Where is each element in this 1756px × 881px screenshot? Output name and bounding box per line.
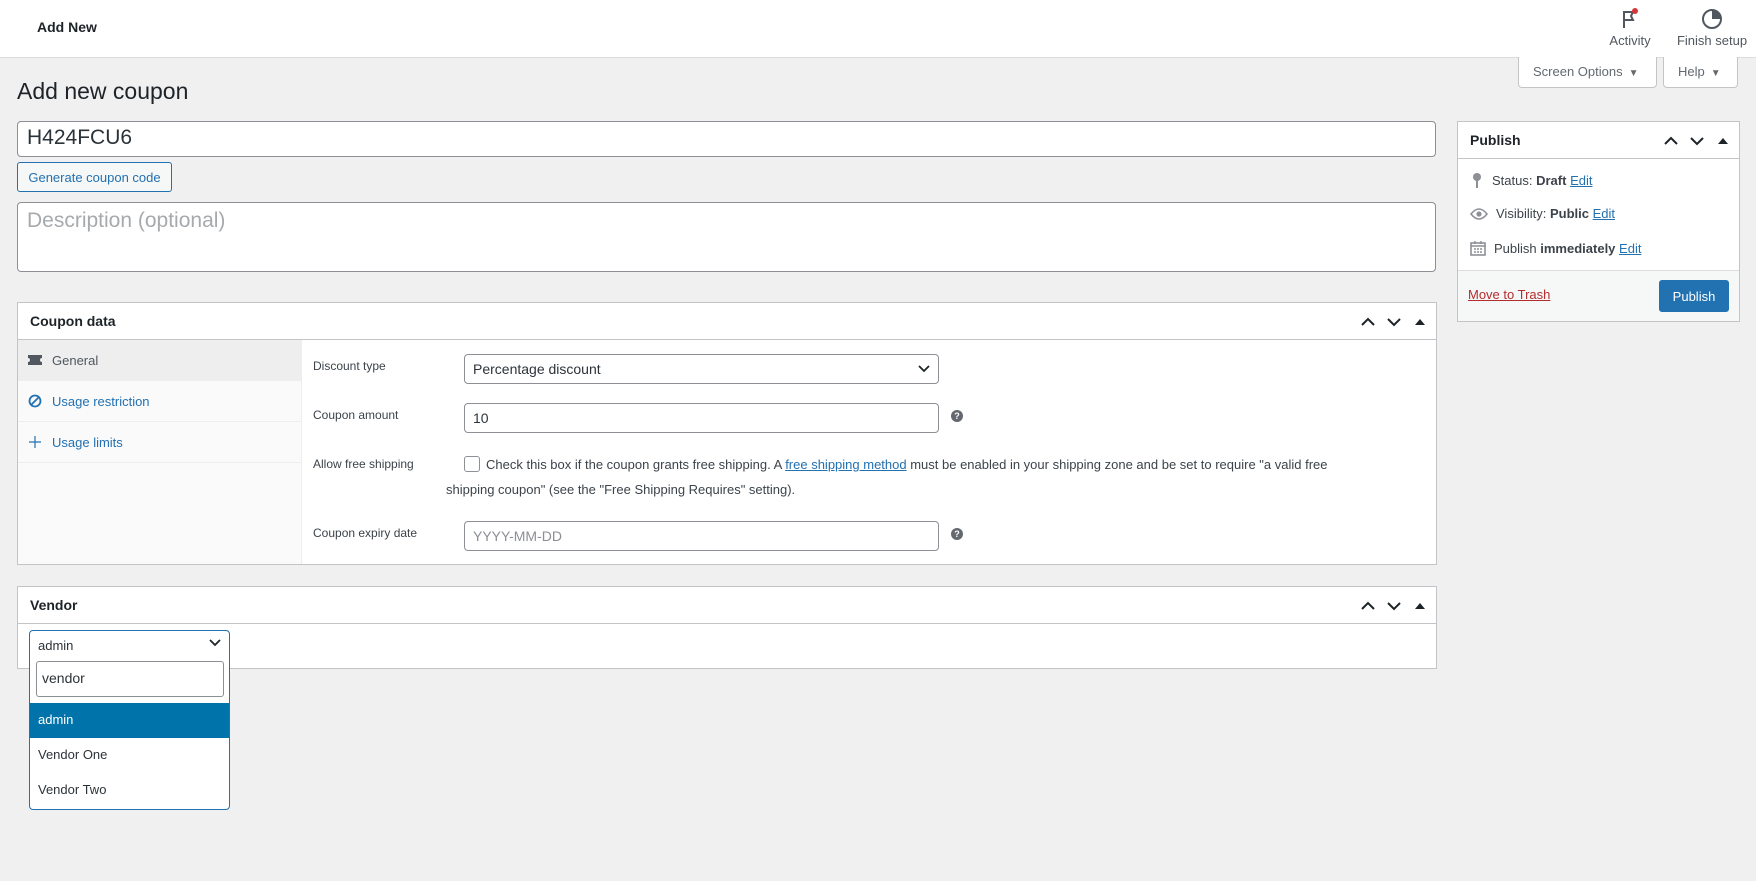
vendor-selected-value: admin [38,638,74,653]
toggle-panel-icon[interactable] [1410,312,1430,332]
move-up-icon[interactable] [1358,596,1378,616]
help-button[interactable]: Help ▼ [1663,57,1738,88]
chevron-down-icon [918,365,930,373]
tab-general-label: General [52,352,99,368]
publish-button[interactable]: Publish [1659,280,1729,312]
activity-button[interactable]: Activity [1605,8,1655,48]
free-shipping-description: Check this box if the coupon grants free… [446,452,1376,502]
vendor-dropdown[interactable]: admin vendor admin Vendor One Vendor Two [29,630,230,810]
move-down-icon[interactable] [1687,131,1707,151]
tab-usage-restriction-label: Usage restriction [52,393,150,409]
screen-options-button[interactable]: Screen Options ▼ [1518,57,1657,88]
edit-visibility-link[interactable]: Edit [1593,206,1615,221]
move-down-icon[interactable] [1384,312,1404,332]
edit-publish-date-link[interactable]: Edit [1619,241,1641,256]
vendor-box: Vendor [17,586,1437,669]
vendor-option-vendor-one[interactable]: Vendor One [30,738,229,773]
expiry-date-label: Coupon expiry date [313,526,418,540]
plus-icon [28,435,42,449]
free-shipping-text-before: Check this box if the coupon grants free… [486,457,786,472]
description-textarea[interactable]: Description (optional) [17,202,1436,272]
publish-box: Publish Status: Draft Edit Visibility: P… [1457,121,1740,322]
activity-label: Activity [1609,33,1651,48]
move-up-icon[interactable] [1661,131,1681,151]
screen-options-label: Screen Options [1533,64,1623,79]
coupon-tabs: General Usage restriction Usage limits [18,340,302,564]
vendor-title: Vendor [30,597,78,613]
coupon-data-title: Coupon data [30,313,116,329]
generate-coupon-code-button[interactable]: Generate coupon code [17,162,172,192]
ban-icon [28,394,42,408]
publish-date-row: Publish immediately Edit [1470,240,1641,256]
move-up-icon[interactable] [1358,312,1378,332]
discount-type-label: Discount type [313,359,386,373]
discount-type-value: Percentage discount [473,361,601,377]
status-value: Draft [1536,172,1567,188]
status-label: Status: [1492,172,1533,188]
move-down-icon[interactable] [1384,596,1404,616]
page-title: Add new coupon [17,78,189,104]
free-shipping-method-link[interactable]: free shipping method [785,457,906,472]
help-tip-icon[interactable]: ? [951,410,963,422]
publish-actions: Move to Trash Publish [1458,270,1739,321]
pin-icon [1473,173,1481,188]
help-label: Help [1678,64,1705,79]
help-tip-icon[interactable]: ? [951,528,963,540]
vendor-option-vendor-two[interactable]: Vendor Two [30,773,229,808]
tab-general[interactable]: General [18,340,301,381]
status-row: Status: Draft Edit [1470,172,1592,188]
coupon-amount-input[interactable]: 10 [464,403,939,433]
tab-usage-restriction[interactable]: Usage restriction [18,381,301,422]
coupon-data-header: Coupon data [18,303,1436,340]
coupon-amount-label: Coupon amount [313,408,399,422]
tab-usage-limits-label: Usage limits [52,434,123,450]
visibility-value: Public [1549,206,1589,221]
discount-type-select[interactable]: Percentage discount [464,354,939,384]
vendor-header: Vendor [18,587,1436,624]
caret-down-icon: ▼ [1628,68,1639,79]
edit-status-link[interactable]: Edit [1570,173,1592,188]
top-header: Add New Activity Finish setup [0,0,1756,58]
breadcrumb: Add New [37,19,97,35]
publish-value: immediately [1540,240,1616,256]
coupon-code-input[interactable]: H424FCU6 [17,121,1436,157]
finish-setup-button[interactable]: Finish setup [1672,8,1752,48]
toggle-panel-icon[interactable] [1410,596,1430,616]
toggle-panel-icon[interactable] [1713,131,1733,151]
publish-title: Publish [1470,132,1521,148]
move-to-trash-link[interactable]: Move to Trash [1468,287,1550,302]
caret-down-icon: ▼ [1710,68,1721,79]
ticket-icon [28,353,42,367]
calendar-icon [1470,241,1486,256]
finish-setup-label: Finish setup [1676,33,1748,48]
progress-circle-icon [1702,9,1722,29]
expiry-date-input[interactable]: YYYY-MM-DD [464,521,939,551]
flag-icon [1623,8,1638,28]
vendor-search-input[interactable]: vendor [36,661,224,697]
free-shipping-label: Allow free shipping [313,457,414,471]
chevron-down-icon [209,639,221,647]
tab-usage-limits[interactable]: Usage limits [18,422,301,463]
visibility-label: Visibility: [1496,206,1547,221]
publish-label: Publish [1494,240,1537,256]
eye-icon [1470,207,1488,220]
visibility-row: Visibility: Public Edit [1470,206,1615,221]
publish-header: Publish [1458,122,1739,159]
vendor-option-admin[interactable]: admin [30,703,229,738]
